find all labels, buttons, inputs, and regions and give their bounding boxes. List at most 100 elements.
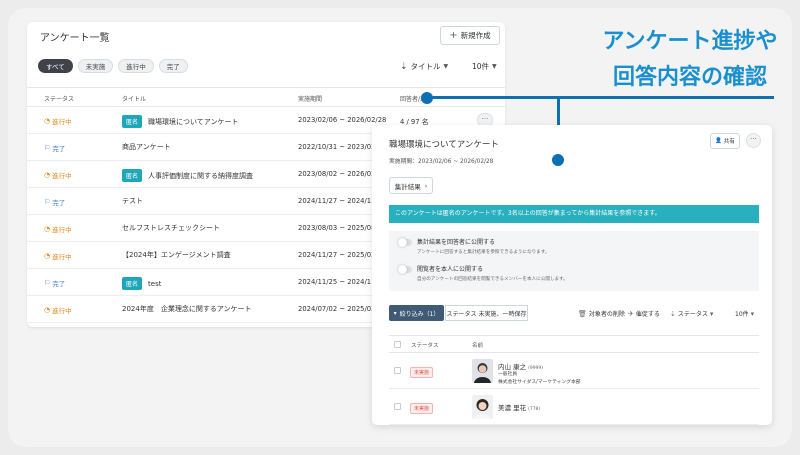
remind-label: 催促する bbox=[635, 311, 660, 318]
page-size-label: 10件 bbox=[472, 62, 490, 71]
remind-button[interactable]: ✈ 催促する bbox=[628, 309, 660, 319]
anonymous-badge: 匿名 bbox=[122, 169, 143, 182]
setting-desc: 自分のアンケートの回答結果を閲覧できるメンバーを本人に公開します。 bbox=[417, 277, 568, 282]
avatar bbox=[472, 359, 493, 383]
share-button[interactable]: 👤 共有 bbox=[710, 133, 740, 149]
active-filter-chip[interactable]: ステータス 未実施、一時保存 bbox=[445, 305, 528, 321]
status-filter-group: すべて 未実施 進行中 完了 bbox=[38, 59, 188, 73]
status-badge: ◔ 進行中 bbox=[44, 170, 72, 180]
row-title: 匿名 職場環境についてアンケート bbox=[122, 115, 239, 128]
chevron-down-icon: ▾ bbox=[750, 309, 755, 318]
results-button[interactable]: 集計結果 › bbox=[389, 177, 433, 194]
survey-title: 商品アンケート bbox=[122, 143, 171, 151]
connector-dot bbox=[421, 92, 433, 104]
anonymous-notice: このアンケートは匿名のアンケートです。3名以上の回答が集まってから集計結果を参照… bbox=[389, 205, 759, 223]
survey-period: 2023/02/06 ~ 2026/02/28 bbox=[298, 116, 387, 124]
target-row[interactable]: 未実施 内山 康之 (9999) 一般社員 株式会社サイダス/マーケティング本部 bbox=[389, 353, 759, 389]
col-period: 実施期間 bbox=[298, 96, 323, 103]
sort-icon: ⇣ bbox=[670, 309, 676, 318]
anonymous-badge: 匿名 bbox=[122, 277, 143, 290]
row-title: テスト bbox=[122, 196, 143, 206]
row-title: 【2024年】エンゲージメント調査 bbox=[122, 250, 231, 260]
flag-icon: ⚐ bbox=[44, 144, 51, 152]
chevron-down-icon: ▾ bbox=[709, 309, 714, 318]
status-text: 完了 bbox=[52, 145, 66, 153]
chevron-down-icon: ▼ bbox=[492, 63, 497, 70]
status-badge: ⚐ 完了 bbox=[44, 197, 65, 207]
settings-box: 集計結果を回答者に公開する アンケートに回答すると集計結果を参照できるようになり… bbox=[389, 231, 759, 291]
status-text: 完了 bbox=[52, 280, 66, 288]
status-badge: ◔ 進行中 bbox=[44, 224, 72, 234]
filter-label: 絞り込み（1） bbox=[399, 310, 440, 318]
sort-dropdown[interactable]: ⇣ タイトル ▼ bbox=[400, 61, 448, 72]
detail-page-size-dropdown[interactable]: 10件 ▾ bbox=[735, 309, 755, 319]
clock-icon: ◔ bbox=[44, 225, 51, 233]
connector-line bbox=[426, 96, 774, 99]
setting-desc: アンケートに回答すると集計結果を参照できるようになります。 bbox=[417, 250, 550, 255]
row-title: 匿名 人事評価制度に関する納得度調査 bbox=[122, 169, 253, 182]
filter-button[interactable]: ▾ 絞り込み（1） bbox=[389, 305, 444, 321]
setting-label: 集計結果を回答者に公開する bbox=[417, 239, 496, 246]
status-sort-label: ステータス bbox=[677, 311, 708, 318]
survey-title: セルフストレスチェックシート bbox=[122, 224, 220, 232]
filter-in-progress[interactable]: 進行中 bbox=[118, 59, 154, 73]
person-name: 美濃 里花 (778) bbox=[498, 404, 541, 412]
row-title: 匿名 test bbox=[122, 277, 161, 290]
headline-line-1: アンケート進捗や bbox=[602, 29, 778, 54]
filter-not-started[interactable]: 未実施 bbox=[77, 59, 114, 73]
page-size-dropdown[interactable]: 10件 ▼ bbox=[472, 61, 497, 72]
survey-detail-panel: 職場環境についてアンケート 実施期間：2023/02/06 ~ 2026/02/… bbox=[372, 125, 772, 425]
connector-dot bbox=[552, 154, 564, 166]
person-role: 一般社員 bbox=[498, 372, 518, 377]
person-department: 株式会社サイダス/マーケティング本部 bbox=[498, 380, 581, 385]
status-badge: ◔ 進行中 bbox=[44, 305, 72, 315]
new-survey-button[interactable]: + 新規作成 bbox=[440, 26, 500, 45]
status-sort-dropdown[interactable]: ⇣ ステータス ▾ bbox=[670, 309, 714, 319]
user-icon: 👤 bbox=[715, 138, 722, 144]
headline-line-2: 回答内容の確認 bbox=[612, 65, 767, 90]
remove-target-label: 対象者の削除 bbox=[588, 311, 625, 318]
publish-results-toggle[interactable] bbox=[398, 238, 412, 247]
status-text: 完了 bbox=[52, 199, 66, 207]
survey-title: テスト bbox=[122, 197, 143, 205]
target-row[interactable]: 未実施 美濃 里花 (778) bbox=[389, 389, 759, 425]
headline: アンケート進捗や 回答内容の確認 bbox=[590, 24, 790, 96]
status-text: 進行中 bbox=[52, 118, 72, 126]
row-checkbox[interactable] bbox=[394, 403, 401, 410]
filter-done[interactable]: 完了 bbox=[158, 59, 188, 73]
send-icon: ✈ bbox=[628, 309, 634, 318]
status-badge: ⚐ 完了 bbox=[44, 143, 65, 153]
row-title: 2024年度 企業理念に関するアンケート bbox=[122, 304, 252, 314]
flag-icon: ⚐ bbox=[44, 198, 51, 206]
row-title: セルフストレスチェックシート bbox=[122, 223, 220, 233]
detail-page-size-label: 10件 bbox=[735, 311, 749, 318]
col-name: 名前 bbox=[472, 343, 484, 349]
select-all-checkbox[interactable] bbox=[394, 341, 401, 348]
page-title: アンケート一覧 bbox=[40, 33, 110, 44]
setting-label: 閲覧者を本人に公開する bbox=[417, 266, 484, 273]
col-title: タイトル bbox=[122, 96, 147, 103]
detail-period: 実施期間：2023/02/06 ~ 2026/02/28 bbox=[389, 159, 494, 165]
filter-icon: ▾ bbox=[393, 309, 397, 317]
trash-icon: 🗑 bbox=[578, 309, 587, 318]
status-badge: 未実施 bbox=[410, 367, 434, 378]
clock-icon: ◔ bbox=[44, 117, 51, 125]
remove-target-button[interactable]: 🗑 対象者の削除 bbox=[578, 309, 625, 319]
survey-title: 2024年度 企業理念に関するアンケート bbox=[122, 305, 252, 313]
status-text: 進行中 bbox=[52, 226, 72, 234]
filter-all[interactable]: すべて bbox=[38, 59, 73, 73]
chevron-down-icon: ▼ bbox=[443, 63, 449, 70]
results-label: 集計結果 bbox=[394, 182, 421, 191]
clock-icon: ◔ bbox=[44, 252, 51, 260]
col-status: ステータス bbox=[411, 343, 439, 349]
survey-title: 【2024年】エンゲージメント調査 bbox=[122, 251, 231, 259]
row-checkbox[interactable] bbox=[394, 367, 401, 374]
publish-viewers-toggle[interactable] bbox=[398, 265, 412, 274]
status-text: 進行中 bbox=[52, 172, 72, 180]
plus-icon: + bbox=[449, 29, 458, 41]
status-badge: 未実施 bbox=[410, 403, 434, 414]
row-title: 商品アンケート bbox=[122, 142, 171, 152]
detail-more-button[interactable]: ··· bbox=[746, 133, 761, 148]
survey-title: test bbox=[148, 279, 162, 288]
survey-title: 人事評価制度に関する納得度調査 bbox=[148, 171, 254, 180]
